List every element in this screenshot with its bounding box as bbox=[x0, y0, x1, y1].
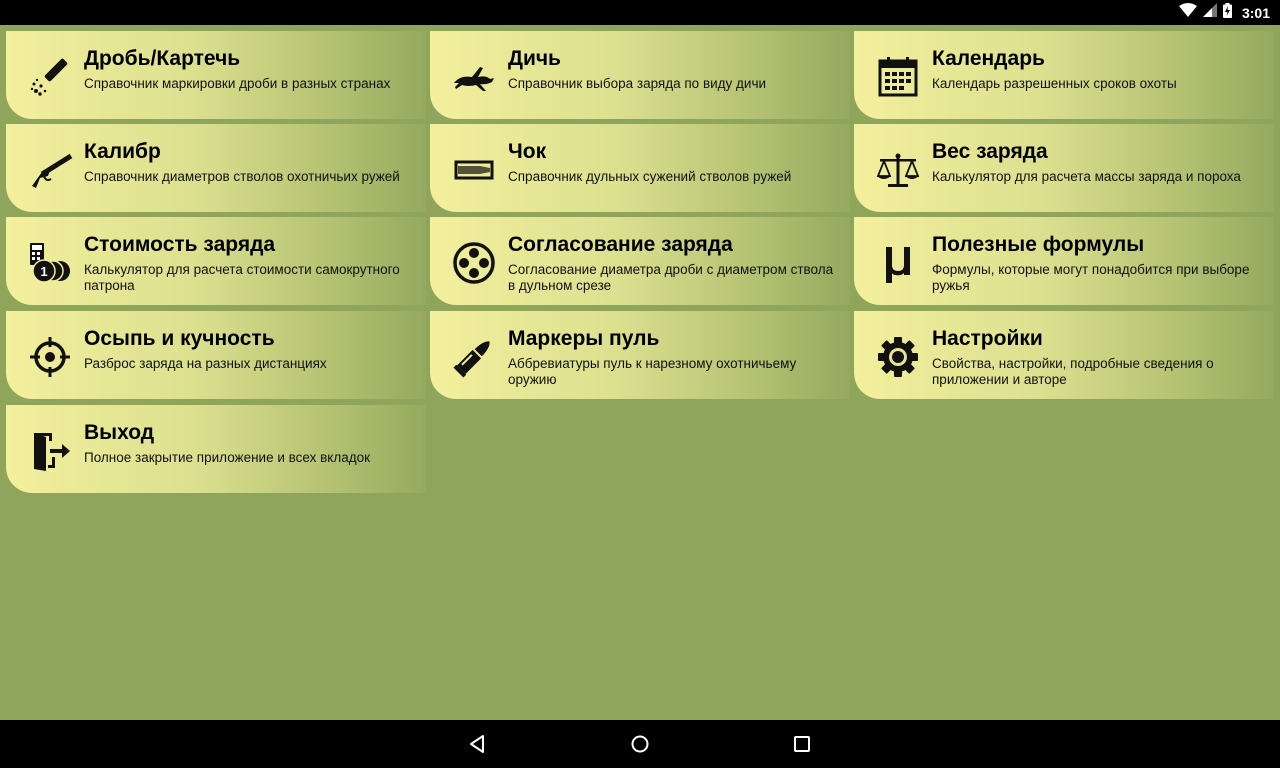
tile-title: Калибр bbox=[84, 140, 161, 163]
tile-charge-weight[interactable]: Вес заряда Калькулятор для расчета массы… bbox=[854, 124, 1274, 212]
wifi-icon bbox=[1178, 3, 1197, 22]
tile-title: Настройки bbox=[932, 327, 1043, 350]
tile-spread-density[interactable]: Осыпь и кучность Разброс заряда на разны… bbox=[6, 311, 426, 399]
tile-title: Календарь bbox=[932, 47, 1045, 70]
bullet-icon bbox=[450, 333, 498, 381]
tile-description: Свойства, настройки, подробные сведения … bbox=[932, 356, 1214, 387]
scales-icon bbox=[874, 146, 922, 194]
tile-description: Справочник дульных сужений стволов ружей bbox=[508, 169, 792, 184]
mu-formula-icon bbox=[874, 239, 922, 287]
svg-text:1: 1 bbox=[40, 264, 47, 279]
tile-description: Калькулятор для расчета стоимости самокр… bbox=[84, 262, 400, 293]
tile-title: Вес заряда bbox=[932, 140, 1048, 163]
tile-title: Полезные формулы bbox=[932, 233, 1145, 256]
home-button[interactable] bbox=[628, 732, 652, 756]
tile-description: Справочник маркировки дроби в разных стр… bbox=[84, 76, 391, 91]
tile-title: Дичь bbox=[508, 47, 561, 70]
tile-description: Календарь разрешенных сроков охоты bbox=[932, 76, 1177, 91]
tile-description: Аббревиатуры пуль к нарезному охотничьем… bbox=[508, 356, 797, 387]
tile-exit[interactable]: Выход Полное закрытие приложение и всех … bbox=[6, 405, 426, 493]
tile-description: Калькулятор для расчета массы заряда и п… bbox=[932, 169, 1241, 184]
crosshair-icon bbox=[26, 333, 74, 381]
home-circle-icon bbox=[631, 735, 649, 753]
tile-description: Формулы, которые могут понадобится при в… bbox=[932, 262, 1250, 293]
shotgun-icon bbox=[26, 146, 74, 194]
back-triangle-icon bbox=[470, 735, 484, 753]
status-time: 3:01 bbox=[1241, 4, 1270, 21]
tile-description: Разброс заряда на разных дистанциях bbox=[84, 356, 327, 371]
shot-pattern-icon bbox=[450, 239, 498, 287]
tile-title: Дробь/Картечь bbox=[84, 47, 241, 70]
recent-apps-button[interactable] bbox=[790, 732, 814, 756]
tile-shot-buckshot[interactable]: Дробь/Картечь Справочник маркировки дроб… bbox=[6, 31, 426, 119]
tile-title: Стоимость заряда bbox=[84, 233, 276, 256]
tile-description: Справочник выбора заряда по виду дичи bbox=[508, 76, 767, 91]
battery-charging-icon bbox=[1222, 2, 1232, 23]
calendar-icon bbox=[874, 53, 922, 101]
gear-icon bbox=[874, 333, 922, 381]
tile-settings[interactable]: Настройки Свойства, настройки, подробные… bbox=[854, 311, 1274, 399]
recent-square-icon bbox=[794, 736, 810, 752]
tile-title: Осыпь и кучность bbox=[84, 327, 275, 350]
tile-charge-cost[interactable]: 1 Стоимость заряда Калькулятор для расче… bbox=[6, 217, 426, 305]
tile-bullet-markers[interactable]: Маркеры пуль Аббревиатуры пуль к нарезно… bbox=[430, 311, 850, 399]
tile-description: Полное закрытие приложение и всех вкладо… bbox=[84, 450, 371, 465]
tile-title: Согласование заряда bbox=[508, 233, 733, 256]
tile-description: Согласование диаметра дроби с диаметром … bbox=[508, 262, 834, 293]
tile-title: Выход bbox=[84, 421, 155, 444]
navigation-bar bbox=[0, 720, 1280, 768]
tile-charge-matching[interactable]: Согласование заряда Согласование диаметр… bbox=[430, 217, 850, 305]
tile-game[interactable]: Дичь Справочник выбора заряда по виду ди… bbox=[430, 31, 850, 119]
tile-description: Справочник диаметров стволов охотничьих … bbox=[84, 169, 400, 184]
tile-calendar[interactable]: Календарь Календарь разрешенных сроков о… bbox=[854, 31, 1274, 119]
tile-useful-formulas[interactable]: Полезные формулы Формулы, которые могут … bbox=[854, 217, 1274, 305]
hare-icon bbox=[450, 53, 498, 101]
status-icons: 3:01 bbox=[1178, 0, 1270, 25]
tile-title: Чок bbox=[508, 140, 547, 163]
tile-choke[interactable]: Чок Справочник дульных сужений стволов р… bbox=[430, 124, 850, 212]
exit-door-icon bbox=[26, 427, 74, 475]
status-bar: 3:01 bbox=[0, 0, 1280, 25]
calculator-coins-icon: 1 bbox=[26, 239, 74, 287]
tile-caliber[interactable]: Калибр Справочник диаметров стволов охот… bbox=[6, 124, 426, 212]
barrel-choke-icon bbox=[450, 146, 498, 194]
shot-shell-icon bbox=[26, 53, 74, 101]
tile-title: Маркеры пуль bbox=[508, 327, 660, 350]
signal-icon bbox=[1202, 3, 1217, 22]
back-button[interactable] bbox=[466, 732, 490, 756]
